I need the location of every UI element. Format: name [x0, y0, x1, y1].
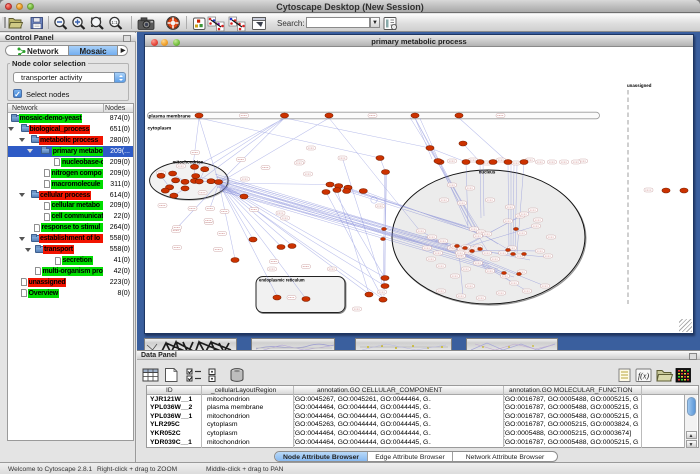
- svg-text:plasma membrane: plasma membrane: [149, 113, 191, 119]
- svg-text:1:1: 1:1: [111, 20, 118, 25]
- svg-text:cytoplasm: cytoplasm: [148, 125, 172, 131]
- svg-text:mitochondrion: mitochondrion: [173, 160, 204, 165]
- svg-text:endoplasmic reticulum: endoplasmic reticulum: [259, 278, 305, 283]
- svg-text:nucleus: nucleus: [479, 170, 496, 175]
- svg-text:f(x): f(x): [638, 372, 649, 381]
- svg-text:unassigned: unassigned: [627, 83, 652, 88]
